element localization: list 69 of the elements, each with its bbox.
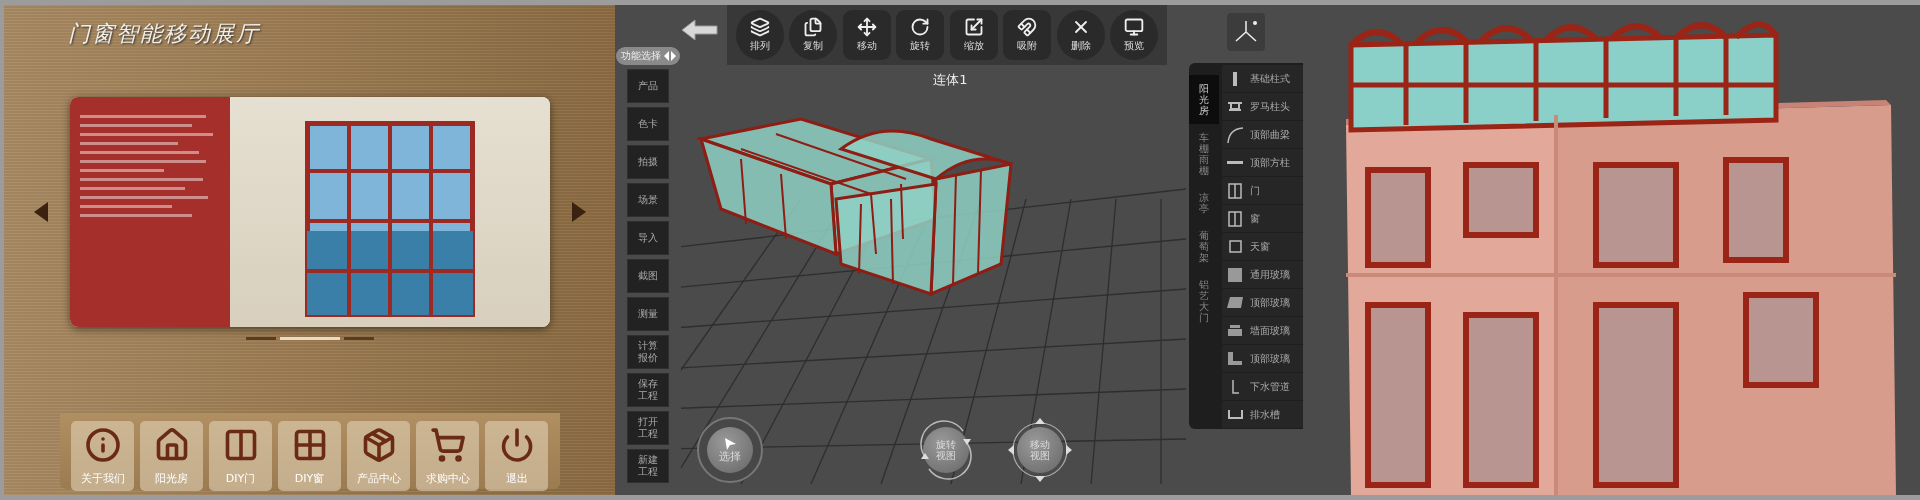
page-indicator[interactable] bbox=[343, 337, 374, 340]
side-menu-button[interactable]: 导入 bbox=[627, 221, 669, 255]
tool-button[interactable]: 复制 bbox=[789, 10, 838, 60]
component-icon bbox=[1228, 325, 1242, 336]
component-icon bbox=[1227, 126, 1243, 143]
menu-icon bbox=[84, 427, 121, 463]
side-menu-button[interactable]: 计算报价 bbox=[627, 335, 669, 369]
tool-button[interactable]: 排列 bbox=[735, 10, 784, 60]
component-item[interactable]: 天窗 bbox=[1222, 233, 1303, 260]
category-tab[interactable]: 阳光房 bbox=[1189, 75, 1219, 124]
side-menu-button[interactable]: 打开工程 bbox=[627, 411, 669, 445]
pan-arrows-icon bbox=[1007, 417, 1073, 483]
component-icon bbox=[1228, 352, 1242, 365]
tool-icon bbox=[749, 17, 770, 37]
page-indicator[interactable] bbox=[245, 337, 276, 340]
tool-button[interactable]: 预览 bbox=[1110, 10, 1159, 60]
component-item[interactable]: 顶部玻璃 bbox=[1222, 289, 1303, 316]
component-icon bbox=[1228, 182, 1242, 199]
tool-button[interactable]: 吸附 bbox=[1003, 10, 1052, 60]
side-menu-button[interactable]: 场景 bbox=[627, 183, 669, 217]
component-item[interactable]: 下水管道 bbox=[1222, 373, 1303, 400]
component-icon bbox=[1231, 379, 1239, 394]
tool-button[interactable]: 缩放 bbox=[949, 10, 998, 60]
component-icon bbox=[1228, 210, 1242, 227]
component-item[interactable]: 罗马柱头 bbox=[1222, 93, 1303, 120]
component-item[interactable]: 墙面玻璃 bbox=[1222, 317, 1303, 344]
back-arrow-icon[interactable] bbox=[681, 19, 719, 41]
side-menu-button[interactable]: 产品 bbox=[627, 69, 669, 103]
axis-gizmo-icon[interactable] bbox=[1227, 13, 1265, 51]
side-menu-button[interactable]: 保存工程 bbox=[627, 373, 669, 407]
tool-icon bbox=[1124, 17, 1145, 37]
component-item[interactable]: 门 bbox=[1222, 177, 1303, 204]
tool-button[interactable]: 移动 bbox=[842, 10, 891, 60]
component-item[interactable]: 排水槽 bbox=[1222, 401, 1303, 428]
tool-icon bbox=[856, 17, 877, 37]
pointer-icon bbox=[723, 436, 737, 451]
category-tab[interactable]: 葡萄架 bbox=[1189, 222, 1219, 271]
component-icon bbox=[1228, 240, 1242, 253]
component-icon bbox=[1228, 102, 1242, 111]
component-icon bbox=[1227, 410, 1243, 419]
category-tab[interactable]: 车棚雨棚 bbox=[1189, 124, 1219, 184]
component-item[interactable]: 顶部玻璃 bbox=[1222, 345, 1303, 372]
side-menu-button[interactable]: 新建工程 bbox=[627, 449, 669, 483]
component-icon bbox=[1227, 161, 1243, 164]
side-menu-button[interactable]: 测量 bbox=[627, 297, 669, 331]
component-icon bbox=[1233, 71, 1237, 86]
tool-icon bbox=[963, 17, 984, 37]
next-arrow-icon[interactable] bbox=[569, 200, 588, 224]
menu-icon bbox=[429, 427, 466, 463]
category-tab[interactable]: 凉亭 bbox=[1189, 184, 1219, 222]
tool-icon bbox=[1017, 17, 1038, 37]
component-item[interactable]: 基础柱式 bbox=[1222, 65, 1303, 92]
side-menu-button[interactable]: 色卡 bbox=[627, 107, 669, 141]
left-right-arrows-icon bbox=[663, 51, 676, 61]
side-menu-button[interactable]: 截图 bbox=[627, 259, 669, 293]
tool-icon bbox=[803, 17, 824, 37]
component-icon bbox=[1227, 297, 1243, 308]
model-name: 连体1 bbox=[933, 71, 968, 89]
tool-icon bbox=[910, 17, 931, 37]
component-item[interactable]: 通用玻璃 bbox=[1222, 261, 1303, 288]
component-item[interactable]: 顶部方柱 bbox=[1222, 149, 1303, 176]
app-title: 门窗智能移动展厅 bbox=[68, 20, 260, 48]
component-item[interactable]: 顶部曲梁 bbox=[1222, 121, 1303, 148]
component-item[interactable]: 窗 bbox=[1222, 205, 1303, 232]
component-icon bbox=[1228, 267, 1242, 282]
tool-button[interactable]: 旋转 bbox=[896, 10, 945, 60]
category-tab[interactable]: 铝艺大门 bbox=[1189, 271, 1219, 331]
tool-button[interactable]: 删除 bbox=[1056, 10, 1105, 60]
side-menu-button[interactable]: 拍摄 bbox=[627, 145, 669, 179]
